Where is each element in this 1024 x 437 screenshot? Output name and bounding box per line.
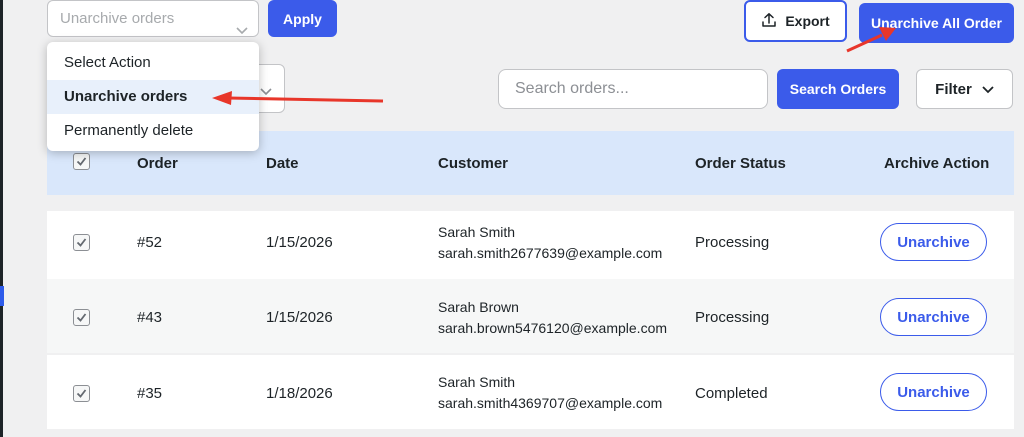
order-status: Completed: [695, 385, 768, 402]
order-date: 1/15/2026: [266, 309, 333, 326]
table-row: #43 1/15/2026 Sarah Brown sarah.brown547…: [47, 279, 1014, 353]
menu-item-unarchive-orders[interactable]: Unarchive orders: [47, 80, 259, 114]
export-button[interactable]: Export: [744, 0, 847, 42]
order-number[interactable]: #43: [137, 309, 162, 326]
window-edge: [0, 0, 3, 437]
row-checkbox[interactable]: [73, 234, 90, 251]
order-date: 1/18/2026: [266, 385, 333, 402]
chevron-down-icon: [982, 81, 994, 98]
bulk-action-select-value: Unarchive orders: [60, 10, 175, 27]
column-header-order-status[interactable]: Order Status: [695, 155, 786, 172]
unarchive-button[interactable]: Unarchive: [880, 223, 987, 261]
unarchive-button[interactable]: Unarchive: [880, 298, 987, 336]
customer-name: Sarah Brown: [438, 299, 519, 315]
order-date: 1/15/2026: [266, 234, 333, 251]
apply-button[interactable]: Apply: [268, 0, 337, 37]
bulk-action-select[interactable]: Unarchive orders: [47, 0, 259, 37]
window-edge-marker: [0, 286, 4, 306]
column-header-order[interactable]: Order: [137, 155, 178, 172]
column-header-date[interactable]: Date: [266, 155, 299, 172]
customer-email: sarah.brown5476120@example.com: [438, 320, 668, 336]
search-orders-button[interactable]: Search Orders: [777, 69, 899, 109]
upload-icon: [761, 12, 777, 31]
order-number[interactable]: #52: [137, 234, 162, 251]
customer-email: sarah.smith4369707@example.com: [438, 395, 663, 411]
page: Unarchive orders Apply Export Unarchive …: [0, 0, 1024, 437]
row-checkbox[interactable]: [73, 309, 90, 326]
unarchive-all-order-button[interactable]: Unarchive All Order: [859, 3, 1014, 43]
customer-email: sarah.smith2677639@example.com: [438, 245, 663, 261]
chevron-down-icon: [260, 83, 272, 101]
table-row: #35 1/18/2026 Sarah Smith sarah.smith436…: [47, 355, 1014, 429]
select-all-checkbox[interactable]: [73, 153, 90, 170]
export-button-label: Export: [785, 13, 830, 29]
table-row: #52 1/15/2026 Sarah Smith sarah.smith267…: [47, 211, 1014, 285]
order-status: Processing: [695, 234, 770, 251]
column-header-archive-action: Archive Action: [884, 155, 990, 172]
bulk-action-dropdown-menu: Select Action Unarchive orders Permanent…: [47, 42, 259, 151]
search-input[interactable]: Search orders...: [498, 69, 768, 109]
menu-item-permanently-delete[interactable]: Permanently delete: [47, 114, 259, 148]
filter-button[interactable]: Filter: [916, 69, 1013, 109]
order-status: Processing: [695, 309, 770, 326]
customer-name: Sarah Smith: [438, 374, 516, 390]
menu-item-select-action[interactable]: Select Action: [47, 46, 259, 80]
row-checkbox[interactable]: [73, 385, 90, 402]
column-header-customer[interactable]: Customer: [438, 155, 508, 172]
order-number[interactable]: #35: [137, 385, 162, 402]
filter-button-label: Filter: [935, 80, 972, 98]
unarchive-button[interactable]: Unarchive: [880, 373, 987, 411]
customer-name: Sarah Smith: [438, 224, 516, 240]
